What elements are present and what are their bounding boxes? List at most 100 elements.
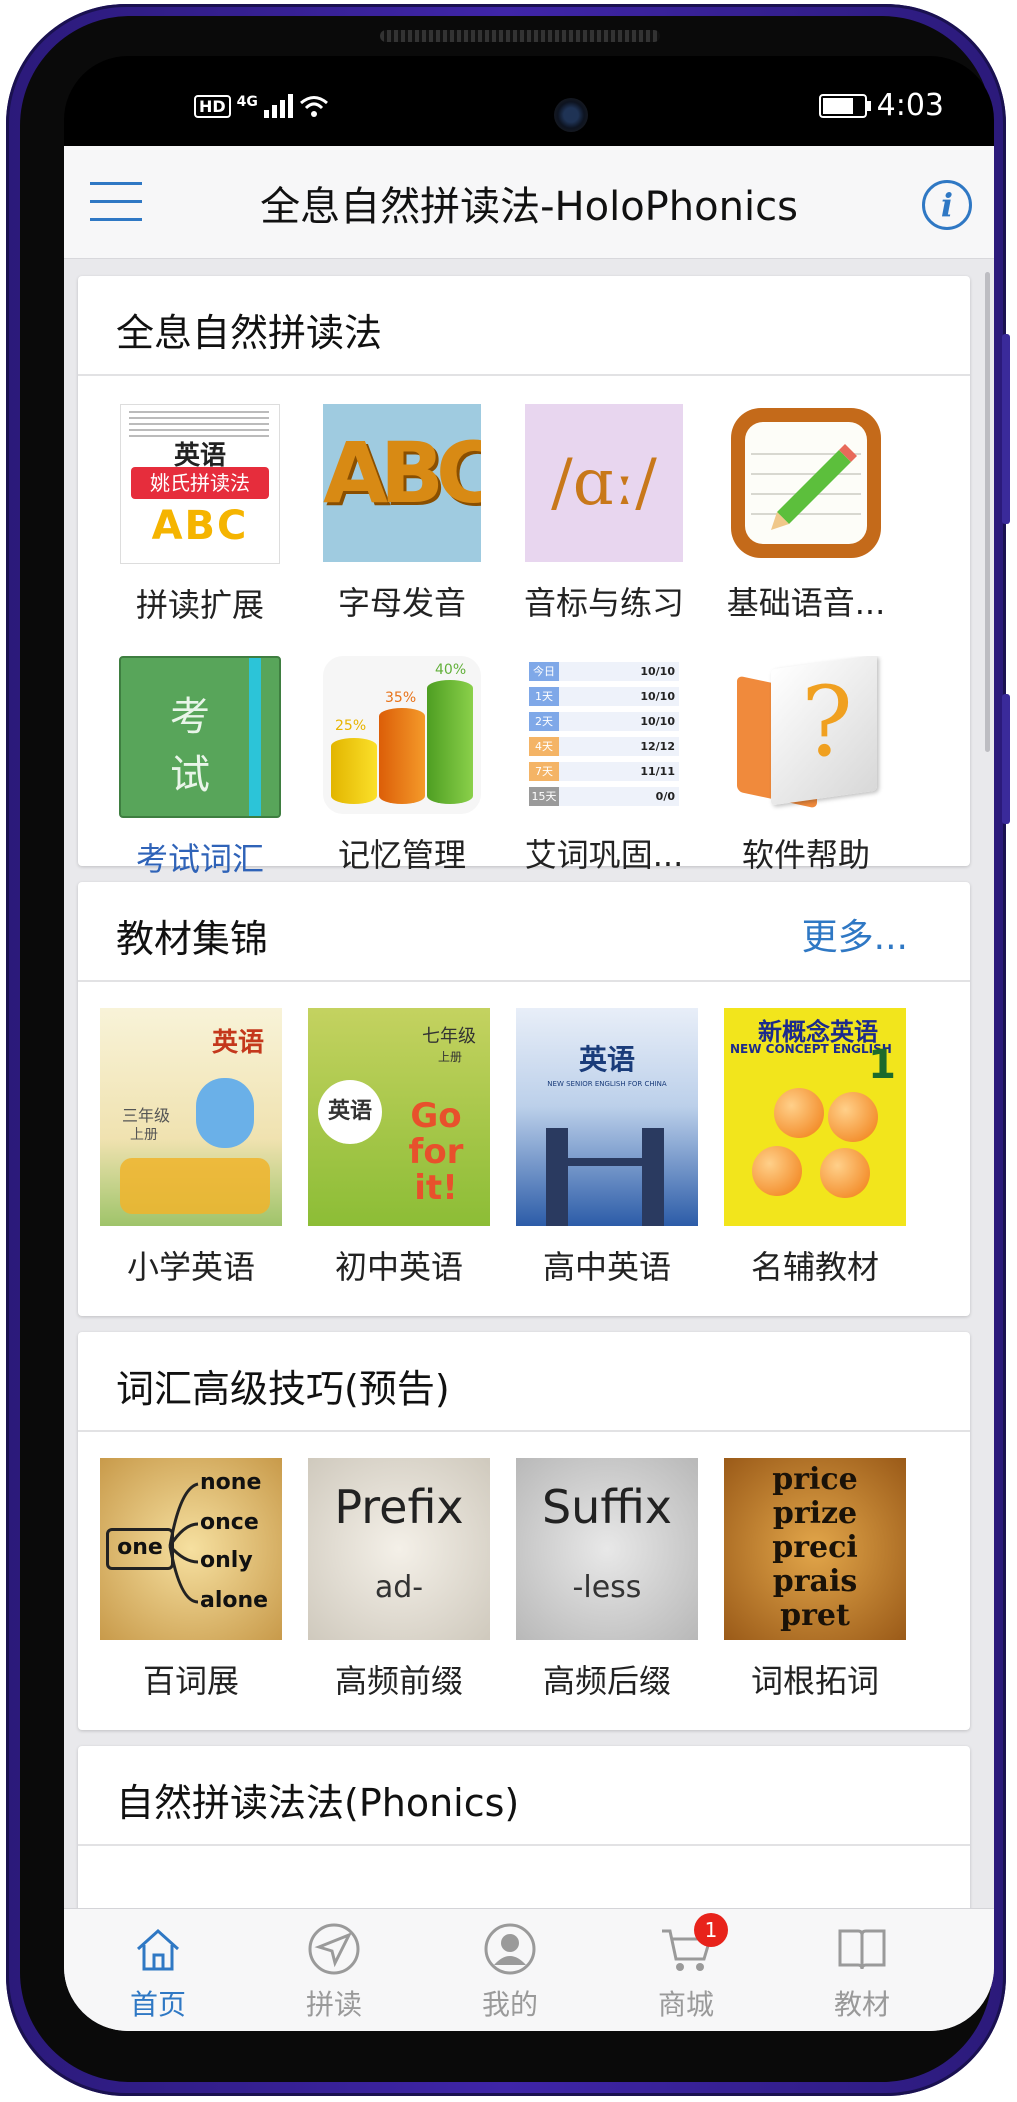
tile-letter-sounds[interactable]: ABC 字母发音 [302, 404, 502, 624]
tile-middle-english[interactable]: 七年级 上册 英语 Go for it! 初中英语 [304, 1008, 494, 1288]
scrollbar[interactable] [985, 272, 990, 752]
tile-label: 初中英语 [334, 1248, 463, 1286]
power-button [1002, 694, 1010, 824]
review-count: 10/10 [640, 715, 675, 728]
tile-label: 字母发音 [337, 584, 466, 622]
thumb-title: 英语 [318, 1080, 382, 1144]
root-variant: price [772, 1462, 858, 1497]
tile-label: 基础语音... [726, 584, 886, 622]
tab-label: 商城 [657, 1988, 714, 2021]
review-day: 1天 [529, 687, 559, 706]
review-row: 7天 11/11 [529, 762, 679, 781]
root-variant: pret [780, 1598, 850, 1633]
root-thumb: price prize preci prais pret [724, 1458, 906, 1640]
thumb-ipa: /ɑː/ [551, 446, 657, 520]
tile-label: 词根拓词 [750, 1662, 879, 1700]
tile-aux-materials[interactable]: 新概念英语 NEW CONCEPT ENGLISH 1 名辅教材 [720, 1008, 910, 1288]
tile-suffix[interactable]: Suffix -less 高频后缀 [512, 1458, 702, 1702]
review-day: 7天 [529, 762, 559, 781]
page-title: 全息自然拼读法-HoloPhonics [260, 184, 798, 230]
tile-prefix[interactable]: Prefix ad- 高频前缀 [304, 1458, 494, 1702]
wifi-icon [299, 96, 328, 117]
ipa-thumb: /ɑː/ [525, 404, 683, 562]
camera-icon [554, 98, 588, 132]
home-icon [136, 1928, 180, 1971]
tab-label: 我的 [481, 1988, 538, 2021]
tile-exam-vocab[interactable]: 考 试 考试词汇 [100, 656, 300, 880]
plane-logo-icon [308, 1923, 360, 1975]
nce-book-thumb: 新概念英语 NEW CONCEPT ENGLISH 1 [724, 1008, 906, 1226]
tile-primary-english[interactable]: 英语 三年级 上册 小学英语 [96, 1008, 286, 1288]
tab-phonics[interactable]: 拼读 [264, 1923, 404, 2023]
middle-book-thumb: 七年级 上册 英语 Go for it! [308, 1008, 490, 1226]
review-day: 2天 [529, 712, 559, 731]
tile-root-words[interactable]: price prize preci prais pret 词根拓词 [720, 1458, 910, 1702]
review-row: 2天 10/10 [529, 712, 679, 731]
review-row: 4天 12/12 [529, 737, 679, 756]
review-day: 4天 [529, 737, 559, 756]
suffix-word: Suffix [541, 1480, 673, 1534]
suffix-example: -less [572, 1570, 642, 1605]
volume-button [1002, 334, 1010, 524]
tile-help[interactable]: ? 软件帮助 [706, 656, 906, 876]
app-header: 全息自然拼读法-HoloPhonics i [64, 146, 994, 259]
tab-textbooks[interactable]: 教材 [792, 1923, 932, 2023]
thumb-abc: ABC [323, 424, 481, 522]
root-variant: preci [772, 1530, 858, 1565]
review-count: 12/12 [640, 740, 675, 753]
review-day: 15天 [529, 787, 559, 806]
review-count: 11/11 [640, 765, 675, 778]
tile-basic-phonics[interactable]: 基础语音... [706, 404, 906, 624]
tab-label: 教材 [833, 1988, 890, 2021]
thumb-char-1: 考 [170, 694, 210, 740]
section-phonics: 自然拼读法法(Phonics) [78, 1746, 970, 1926]
thumb-subtitle: 姚氏拼读法 [131, 467, 269, 499]
signal-icon [263, 94, 293, 118]
thumb-char-2: 试 [170, 752, 210, 798]
tile-label: 百词展 [142, 1662, 239, 1700]
user-icon [484, 1923, 536, 1975]
pct-3: 40% [435, 662, 467, 678]
prefix-thumb: Prefix ad- [308, 1458, 490, 1640]
tile-phonics-extension[interactable]: 英语 姚氏拼读法 ABC 拼读扩展 [100, 404, 300, 626]
prefix-example: ad- [374, 1570, 424, 1605]
phonics-book-thumb: 英语 姚氏拼读法 ABC [120, 404, 280, 564]
review-day: 今日 [529, 662, 559, 681]
notepad-thumb [727, 404, 885, 562]
primary-book-thumb: 英语 三年级 上册 [100, 1008, 282, 1226]
help-book-thumb: ? [727, 656, 885, 814]
word-tree-thumb: one none once only alone [100, 1458, 282, 1640]
tile-high-english[interactable]: 英语 NEW SENIOR ENGLISH FOR CHINA 高中英语 [512, 1008, 702, 1288]
tile-review[interactable]: 今日 10/10 1天 10/10 2天 10/10 4天 12/12 7天 11/11 15天 0/… [504, 656, 704, 876]
review-count: 10/10 [640, 690, 675, 703]
review-table-thumb: 今日 10/10 1天 10/10 2天 10/10 4天 12/12 7天 11/11 15天 0/… [525, 656, 683, 814]
tile-label: 音标与练习 [523, 584, 684, 622]
tab-home[interactable]: 首页 [88, 1923, 228, 2023]
chart-thumb: 25% 35% 40% [323, 656, 481, 814]
tile-memory-manage[interactable]: 25% 35% 40% 记忆管理 [302, 656, 502, 876]
thumb-go: Go for it! [408, 1096, 464, 1208]
abc-thumb: ABC [323, 404, 481, 562]
tab-mine[interactable]: 我的 [440, 1923, 580, 2023]
tile-label: 小学英语 [126, 1248, 255, 1286]
book-icon [838, 1929, 886, 1970]
info-icon[interactable]: i [922, 180, 972, 230]
section-textbooks: 教材集锦 更多... 英语 三年级 上册 小学英语 七年级 上册 英语 Go f… [78, 882, 970, 1316]
more-link[interactable]: 更多... [802, 908, 908, 960]
section-title: 词汇高级技巧(预告) [116, 1367, 450, 1411]
section-title: 自然拼读法法(Phonics) [116, 1781, 520, 1825]
tile-phonetics-practice[interactable]: /ɑː/ 音标与练习 [504, 404, 704, 624]
review-row: 15天 0/0 [529, 787, 679, 806]
tile-word-family[interactable]: one none once only alone 百词展 [96, 1458, 286, 1702]
bottom-tab-bar: 首页 拼读 我的 1 商城 教材 [64, 1908, 994, 2031]
screen: HD 4G 4:03 全息自然拼读法-HoloPhonics i 全息自然拼读法… [64, 56, 994, 2031]
tab-mall[interactable]: 1 商城 [616, 1913, 756, 2023]
branch-lines [168, 1482, 199, 1604]
network-label: 4G [236, 94, 258, 110]
section-advanced-vocab: 词汇高级技巧(预告) one none once only alone 百词展 … [78, 1332, 970, 1730]
root-variant: prais [772, 1564, 858, 1599]
thumb-title: 英语 [578, 1043, 635, 1076]
question-mark-icon: ? [801, 666, 853, 778]
tile-label: 艾词巩固... [524, 836, 684, 874]
tile-label: 高频后缀 [542, 1662, 671, 1700]
